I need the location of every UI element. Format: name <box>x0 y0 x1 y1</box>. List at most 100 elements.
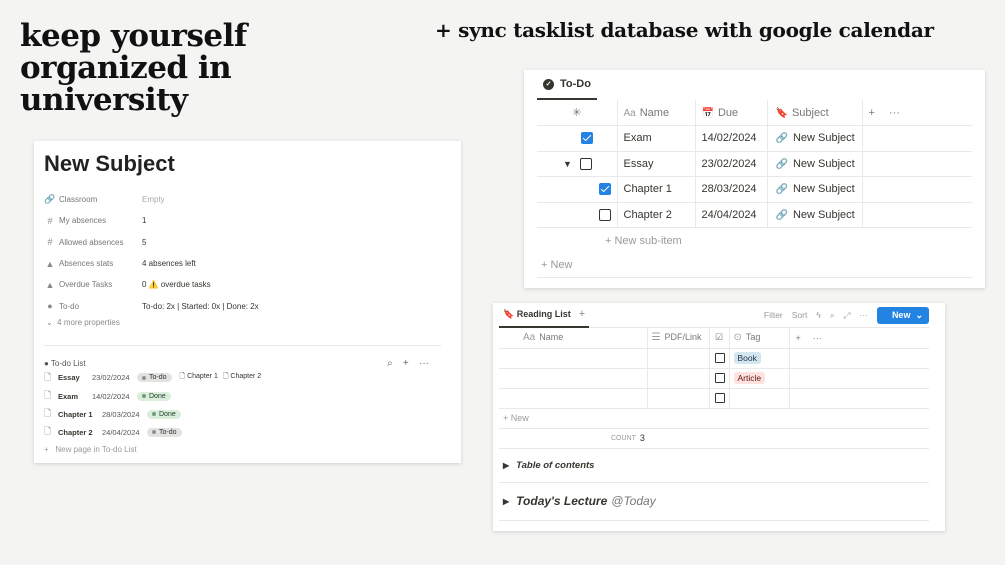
list-item[interactable]: 🗋 Chapter 2 24/04/2024 To-do <box>44 423 451 441</box>
more-icon: ··· <box>812 332 822 343</box>
column-header-name[interactable]: Aa Name <box>617 100 696 126</box>
column-header-due[interactable]: 📅 Due <box>695 100 768 126</box>
sync-caption: + sync tasklist database with google cal… <box>435 18 934 42</box>
todo-table: ✳ Aa Name 📅 Due 🔖 Subject + ··· Exam 14/02/2… <box>537 100 972 228</box>
tag-badge[interactable]: Article <box>733 372 766 384</box>
expand-toggle-icon[interactable]: ▼ <box>563 159 572 169</box>
status-badge: To-do <box>147 427 182 437</box>
more-properties-toggle[interactable]: ⌄ 4 more properties <box>44 318 451 327</box>
date-mention[interactable]: @Today <box>611 494 655 508</box>
sub-item-link[interactable]: 🗋 Chapter 2 <box>223 372 261 383</box>
property-classroom[interactable]: 🔗 Classroom Empty <box>44 189 451 210</box>
chevron-down-icon: ⌄ <box>46 317 53 327</box>
hash-icon: # <box>47 215 53 226</box>
property-my-absences[interactable]: # My absences 1 <box>44 210 451 231</box>
text-icon: Aa <box>623 107 636 119</box>
table-row[interactable]: Chapter 1 28/03/2024 🔗 New Subject <box>537 176 972 203</box>
tab-reading-list[interactable]: 🔖 Reading List + <box>499 303 590 328</box>
property-absences-stats[interactable]: ▲ Absences stats 4 absences left <box>44 253 451 274</box>
headline-line-2: organized in <box>20 50 232 86</box>
list-item[interactable]: 🗋 Essay 23/02/2024 To-do 🗋 Chapter 1 🗋 C… <box>44 369 451 387</box>
reading-list-card: 🔖 Reading List + Filter Sort ϟ ⌕ ⤢ ··· Ne… <box>493 303 945 531</box>
triangle-right-icon: ▶ <box>503 460 510 470</box>
task-checkbox[interactable] <box>599 208 611 221</box>
link-icon: 🔗 <box>44 194 56 205</box>
column-header-pdf-link[interactable]: ☰ PDF/Link <box>647 328 710 349</box>
property-overdue-tasks[interactable]: ▲ Overdue Tasks 0 ⚠️ overdue tasks <box>44 274 451 295</box>
search-icon[interactable]: ⌕ <box>387 358 393 369</box>
property-to-do[interactable]: ● To-do To-do: 2x | Started: 0x | Done: 2… <box>44 295 451 316</box>
list-item[interactable]: 🗋 Chapter 1 28/03/2024 Done <box>44 405 451 423</box>
triangle-right-icon: ▶ <box>503 496 510 506</box>
filter-button[interactable]: Filter <box>764 310 783 320</box>
page-icon: 🗋 <box>44 408 52 419</box>
add-column-button[interactable]: + ··· <box>862 100 972 126</box>
list-item[interactable]: 🗋 Exam 14/02/2024 Done <box>44 387 451 405</box>
table-row[interactable]: Exam 14/02/2024 🔗 New Subject <box>537 125 972 152</box>
hash-icon: # <box>47 237 53 248</box>
formula-icon: ▲ <box>45 279 55 290</box>
status-badge: Done <box>137 391 171 401</box>
row-checkbox[interactable] <box>714 353 725 364</box>
sort-button[interactable]: Sort <box>792 310 808 320</box>
task-checkbox[interactable] <box>599 183 611 196</box>
page-icon: 🗋 <box>44 371 52 382</box>
headline: keep yourself organized in university <box>20 20 320 116</box>
new-row-button[interactable]: + New <box>499 409 929 429</box>
page-icon: 🗋 <box>44 426 52 437</box>
calendar-icon: 📅 <box>701 107 714 119</box>
headline-line-3: university <box>20 82 188 118</box>
status-badge: Done <box>147 409 181 419</box>
checkbox-column-icon[interactable]: ☑ <box>709 328 730 349</box>
add-column-button[interactable]: + ··· <box>789 328 929 349</box>
page-icon: 🗋 <box>44 390 52 401</box>
table-row[interactable]: ▼ Essay 23/02/2024 🔗 New Subject <box>537 151 972 177</box>
headline-line-1: keep yourself <box>20 18 247 54</box>
more-icon[interactable]: ··· <box>419 358 429 369</box>
row-checkbox[interactable] <box>714 393 725 404</box>
sub-item-link[interactable]: 🗋 Chapter 1 <box>180 372 218 383</box>
expand-icon[interactable]: ⤢ <box>844 310 851 321</box>
row-checkbox[interactable] <box>714 373 725 384</box>
status-icon: ● <box>47 301 53 312</box>
column-header-subject[interactable]: 🔖 Subject <box>767 100 863 126</box>
toggle-todays-lecture[interactable]: ▶ Today's Lecture @Today <box>499 483 929 521</box>
todo-list-header: ● To-do List ⌕ + ··· <box>44 358 451 369</box>
reading-table: Aa Name ☰ PDF/Link ☑ ⊙ Tag + ··· Book Articl… <box>499 328 929 409</box>
column-header-tag[interactable]: ⊙ Tag <box>729 328 790 349</box>
new-page-button[interactable]: + New page in To-do List <box>44 445 451 454</box>
task-checkbox[interactable] <box>581 132 593 145</box>
task-checkbox[interactable] <box>579 157 592 170</box>
link-icon: 🔗 <box>775 158 788 170</box>
table-row[interactable]: Article <box>499 368 929 389</box>
add-icon[interactable]: + <box>403 358 409 369</box>
table-row[interactable]: Book <box>499 348 929 369</box>
property-allowed-absences[interactable]: # Allowed absences 5 <box>44 232 451 253</box>
add-view-button[interactable]: + <box>579 308 585 320</box>
subject-page-card: New Subject 🔗 Classroom Empty # My absence… <box>34 141 461 463</box>
new-row-button[interactable]: + New <box>537 253 972 278</box>
automation-icon[interactable]: ϟ <box>816 310 821 320</box>
tag-badge[interactable]: Book <box>733 352 761 364</box>
toggle-table-of-contents[interactable]: ▶ Table of contents <box>499 449 929 483</box>
link-icon: 🔗 <box>775 209 788 221</box>
column-header-name[interactable]: Aa Name <box>499 328 648 349</box>
loading-icon: ✳ <box>537 100 618 126</box>
todo-list-title[interactable]: To-do List <box>51 359 86 368</box>
divider <box>44 344 441 346</box>
formula-icon: ▲ <box>45 258 55 269</box>
page-title[interactable]: New Subject <box>44 151 451 177</box>
table-row[interactable]: Chapter 2 24/04/2024 🔗 New Subject <box>537 202 972 228</box>
table-row[interactable] <box>499 388 929 409</box>
new-button[interactable]: New ⌄ <box>876 306 929 324</box>
new-sub-item-button[interactable]: + New sub-item <box>537 228 972 253</box>
text-icon: Aa <box>523 332 536 344</box>
row-count: COUNT 3 <box>499 429 929 449</box>
tab-to-do[interactable]: ✓ To-Do <box>537 70 597 100</box>
check-circle-icon: ✓ <box>543 78 554 90</box>
status-badge: To-do <box>137 373 172 383</box>
tag-icon: ⊙ <box>733 332 742 344</box>
relation-icon: 🔖 <box>775 107 788 119</box>
more-icon[interactable]: ··· <box>859 310 868 320</box>
search-icon[interactable]: ⌕ <box>830 310 835 321</box>
